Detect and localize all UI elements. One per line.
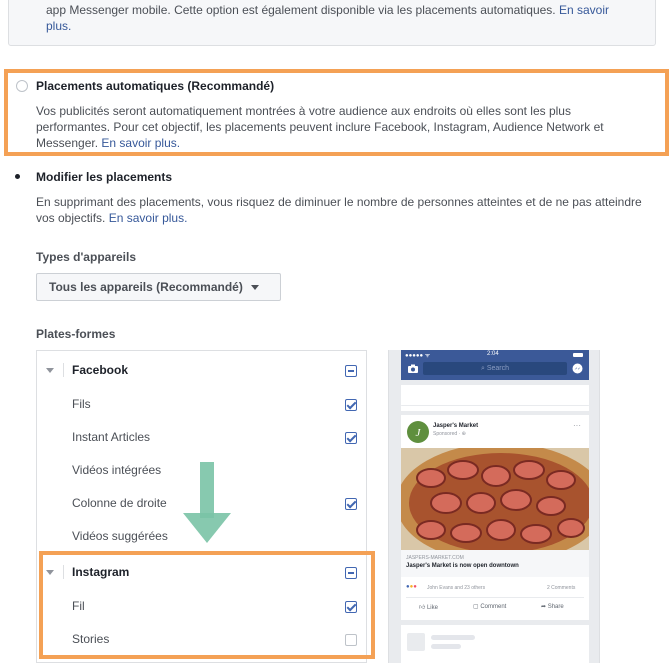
arrow-down-icon: [183, 513, 231, 543]
reactions-icon: ●●●: [406, 584, 417, 590]
placeholder-line: [401, 405, 589, 406]
battery-icon: [573, 353, 583, 357]
automatic-placements-desc: Vos publicités seront automatiquement mo…: [36, 103, 646, 151]
messenger-icon: [572, 363, 583, 374]
platform-group-facebook[interactable]: Facebook: [37, 353, 366, 386]
placeholder-line: [431, 635, 475, 640]
placement-row-fils[interactable]: Fils: [37, 387, 366, 420]
facebook-group-checkbox[interactable]: [345, 365, 357, 377]
device-types-value: Tous les appareils (Recommandé): [49, 280, 243, 294]
preview-story-strip: [401, 385, 589, 411]
preview-search-text: Search: [486, 365, 510, 372]
collapse-triangle-icon[interactable]: [46, 368, 54, 373]
more-options-icon: ···: [573, 421, 581, 430]
automatic-placements-title[interactable]: Placements automatiques (Recommandé): [36, 79, 274, 93]
preview-headline: Jasper's Market is now open downtown: [406, 563, 519, 569]
camera-icon: [408, 364, 418, 373]
learn-more-link-manual[interactable]: En savoir plus.: [109, 211, 188, 225]
like-label: Like: [426, 605, 438, 611]
status-bar-signal: ●●●●● ᯤ: [405, 353, 431, 359]
learn-more-link-automatic[interactable]: En savoir plus.: [101, 136, 180, 150]
preview-search-bar: ⌕ Search: [423, 362, 567, 375]
placement-row-instant-articles[interactable]: Instant Articles: [37, 420, 366, 453]
colonne-de-droite-checkbox[interactable]: [345, 498, 357, 510]
ad-image: [401, 448, 589, 550]
group-label-facebook: Facebook: [72, 363, 129, 377]
preview-header: ●●●●● ᯤ 2:04 ⌕ Search: [401, 350, 589, 380]
manual-placements-radio[interactable]: [12, 171, 24, 183]
placement-label: Vidéos suggérées: [72, 529, 168, 543]
device-types-label: Types d'appareils: [36, 250, 137, 264]
fils-checkbox[interactable]: [345, 399, 357, 411]
caret-down-icon: [250, 284, 259, 290]
info-box-text: app Messenger mobile. Cette option est é…: [46, 2, 636, 34]
placeholder-line: [431, 644, 461, 649]
preview-ad-card: J Jasper's Market Sponsored · ⊕ ··· JASP…: [401, 415, 589, 620]
ad-preview-phone: ●●●●● ᯤ 2:04 ⌕ Search J Jasper's Market …: [388, 350, 600, 663]
device-types-dropdown[interactable]: Tous les appareils (Recommandé): [36, 273, 281, 301]
preview-sponsored: Sponsored · ⊕: [433, 431, 466, 437]
like-button: 👍︎ Like: [419, 603, 438, 611]
placeholder-avatar: [407, 633, 425, 651]
placement-label: Colonne de droite: [72, 496, 167, 510]
preview-page-name: Jasper's Market: [433, 423, 479, 429]
manual-placements-title[interactable]: Modifier les placements: [36, 170, 172, 184]
placement-label: Instant Articles: [72, 430, 151, 444]
share-icon: ➦: [541, 604, 548, 610]
status-bar-time: 2:04: [487, 351, 499, 357]
preview-next-post: [401, 625, 589, 663]
preview-domain: JASPERS-MARKET.COM: [406, 555, 464, 561]
divider: [406, 597, 584, 598]
preview-comments-count: 2 Comments: [547, 585, 576, 591]
preview-reactions: John Evans and 23 others: [427, 585, 486, 591]
info-text: app Messenger mobile. Cette option est é…: [46, 3, 556, 17]
manual-placements-desc: En supprimant des placements, vous risqu…: [36, 194, 646, 226]
share-label: Share: [547, 604, 564, 610]
thumbs-up-icon: 👍︎: [419, 605, 427, 611]
comment-label: Comment: [480, 604, 507, 610]
instagram-highlight: [39, 551, 375, 659]
share-button: ➦ Share: [541, 603, 564, 610]
arrow-down-icon-stem: [200, 462, 214, 518]
placement-label: Fils: [72, 397, 91, 411]
placement-label: Vidéos intégrées: [72, 463, 162, 477]
platforms-label: Plates-formes: [36, 327, 116, 341]
comment-button: ▢ Comment: [473, 603, 506, 610]
instant-articles-checkbox[interactable]: [345, 432, 357, 444]
jaspers-market-logo-icon: J: [407, 421, 429, 443]
automatic-placements-radio[interactable]: [16, 80, 28, 92]
divider: [63, 363, 64, 377]
